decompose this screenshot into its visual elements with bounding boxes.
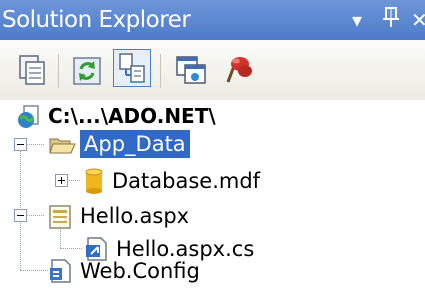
tree-item-label: Hello.aspx [80,204,190,228]
solution-tree: C:\...\ADO.NET\ App_Data Database.mdf He… [0,100,425,283]
open-folder-icon [49,138,76,154]
copy-website-icon [226,57,252,83]
nest-related-files-button[interactable] [113,49,151,87]
collapse-icon[interactable] [14,209,27,222]
view-designer-button[interactable] [172,52,210,90]
root-label: C:\...\ADO.NET\ [48,104,216,128]
toolbar-separator [160,54,161,88]
pin-icon [383,7,399,27]
tree-node-app-data[interactable]: App_Data [0,130,300,162]
tree-item-label: App_Data [80,130,190,158]
properties-icon [19,55,45,85]
collapse-icon[interactable] [14,138,27,151]
expand-icon[interactable] [55,174,68,187]
toolbar-separator [58,54,59,88]
tree-item-label: Database.mdf [112,169,261,193]
web-project-icon [18,105,39,128]
properties-button[interactable] [12,52,50,90]
web-form-icon [49,205,71,229]
title-bar: Solution Explorer ▾ ✕ [0,0,425,40]
auto-hide-pin-icon[interactable] [382,6,400,35]
tree-node-database[interactable]: Database.mdf [0,166,320,198]
toolbar [0,40,425,100]
refresh-button[interactable] [68,52,106,90]
tree-item-label: Web.Config [80,259,200,283]
tree-node-web-config[interactable]: Web.Config [0,256,300,288]
window-position-dropdown-icon[interactable]: ▾ [352,6,362,34]
window-title: Solution Explorer [2,7,191,33]
config-file-icon [50,259,71,283]
refresh-icon [73,57,101,85]
close-icon[interactable]: ✕ [411,6,425,34]
tree-node-root[interactable]: C:\...\ADO.NET\ [0,100,300,132]
copy-website-button[interactable] [218,52,256,90]
database-icon [85,168,103,194]
view-designer-icon [176,56,206,84]
tree-node-hello-aspx[interactable]: Hello.aspx [0,201,300,233]
nest-related-files-icon [119,53,145,83]
